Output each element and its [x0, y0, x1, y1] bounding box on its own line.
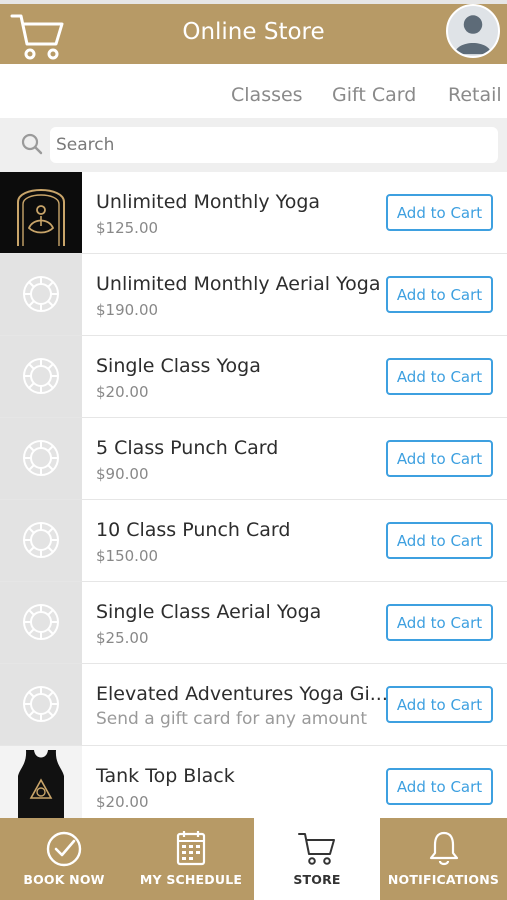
nav-label: BOOK NOW	[23, 872, 105, 887]
tab-retail[interactable]: Retail	[448, 84, 502, 106]
item-name: Single Class Aerial Yoga	[96, 601, 322, 623]
tank-top-thumbnail	[0, 746, 82, 827]
nav-my-schedule[interactable]: MY SCHEDULE	[128, 818, 254, 900]
lotus-placeholder-icon	[0, 500, 82, 581]
item-subtitle: Send a gift card for any amount	[96, 709, 367, 729]
list-item[interactable]: Unlimited Monthly Aerial Yoga $190.00 Ad…	[0, 254, 507, 336]
category-tabs: Classes Gift Card Retail	[0, 64, 507, 118]
add-to-cart-button[interactable]: Add to Cart	[386, 276, 493, 313]
nav-notifications[interactable]: NOTIFICATIONS	[380, 818, 507, 900]
item-price: $90.00	[96, 465, 149, 483]
add-to-cart-button[interactable]: Add to Cart	[386, 686, 493, 723]
nav-label: MY SCHEDULE	[139, 872, 243, 887]
item-name: 5 Class Punch Card	[96, 437, 279, 459]
item-name: Single Class Yoga	[96, 355, 261, 377]
list-item[interactable]: Tank Top Black $20.00 Add to Cart	[0, 746, 507, 828]
lotus-placeholder-icon	[0, 418, 82, 499]
tab-classes[interactable]: Classes	[231, 84, 303, 106]
nav-label: NOTIFICATIONS	[387, 872, 500, 887]
list-item[interactable]: 5 Class Punch Card $90.00 Add to Cart	[0, 418, 507, 500]
bell-icon	[429, 831, 458, 866]
add-to-cart-button[interactable]: Add to Cart	[386, 604, 493, 641]
tab-gift-card[interactable]: Gift Card	[332, 84, 416, 106]
item-name: Unlimited Monthly Aerial Yoga	[96, 273, 381, 295]
check-circle-icon	[46, 831, 82, 867]
lotus-placeholder-icon	[0, 254, 82, 335]
app-header: Online Store	[0, 0, 507, 64]
add-to-cart-button[interactable]: Add to Cart	[386, 522, 493, 559]
list-item[interactable]: 10 Class Punch Card $150.00 Add to Cart	[0, 500, 507, 582]
item-name: Unlimited Monthly Yoga	[96, 191, 321, 213]
item-price: $20.00	[96, 383, 149, 401]
list-item[interactable]: Elevated Adventures Yoga Gi... Send a gi…	[0, 664, 507, 746]
product-list: Unlimited Monthly Yoga $125.00 Add to Ca…	[0, 172, 507, 828]
item-price: $190.00	[96, 301, 159, 319]
search-bar	[0, 118, 507, 172]
search-input[interactable]	[50, 127, 498, 163]
item-price: $125.00	[96, 219, 159, 237]
add-to-cart-button[interactable]: Add to Cart	[386, 440, 493, 477]
bottom-navigation: BOOK NOW MY SCHEDULE STORE NOTIFICATIONS	[0, 818, 507, 900]
item-name: Elevated Adventures Yoga Gi...	[96, 683, 388, 705]
item-price: $25.00	[96, 629, 149, 647]
add-to-cart-button[interactable]: Add to Cart	[386, 358, 493, 395]
item-price: $20.00	[96, 793, 149, 811]
status-strip	[0, 0, 507, 4]
item-name: Tank Top Black	[96, 765, 235, 787]
item-name: 10 Class Punch Card	[96, 519, 291, 541]
list-item[interactable]: Unlimited Monthly Yoga $125.00 Add to Ca…	[0, 172, 507, 254]
lotus-placeholder-icon	[0, 582, 82, 663]
nav-store[interactable]: STORE	[254, 818, 380, 900]
item-price: $150.00	[96, 547, 159, 565]
calendar-icon	[176, 831, 206, 866]
yoga-logo-thumbnail	[0, 172, 82, 253]
lotus-placeholder-icon	[0, 664, 82, 745]
lotus-placeholder-icon	[0, 336, 82, 417]
add-to-cart-button[interactable]: Add to Cart	[386, 194, 493, 231]
list-item[interactable]: Single Class Aerial Yoga $25.00 Add to C…	[0, 582, 507, 664]
page-title: Online Store	[182, 19, 325, 45]
shopping-cart-icon	[298, 833, 335, 865]
user-avatar-icon[interactable]	[446, 4, 500, 58]
list-item[interactable]: Single Class Yoga $20.00 Add to Cart	[0, 336, 507, 418]
search-icon	[21, 133, 43, 155]
nav-book-now[interactable]: BOOK NOW	[0, 818, 128, 900]
nav-label: STORE	[293, 872, 341, 887]
add-to-cart-button[interactable]: Add to Cart	[386, 768, 493, 805]
